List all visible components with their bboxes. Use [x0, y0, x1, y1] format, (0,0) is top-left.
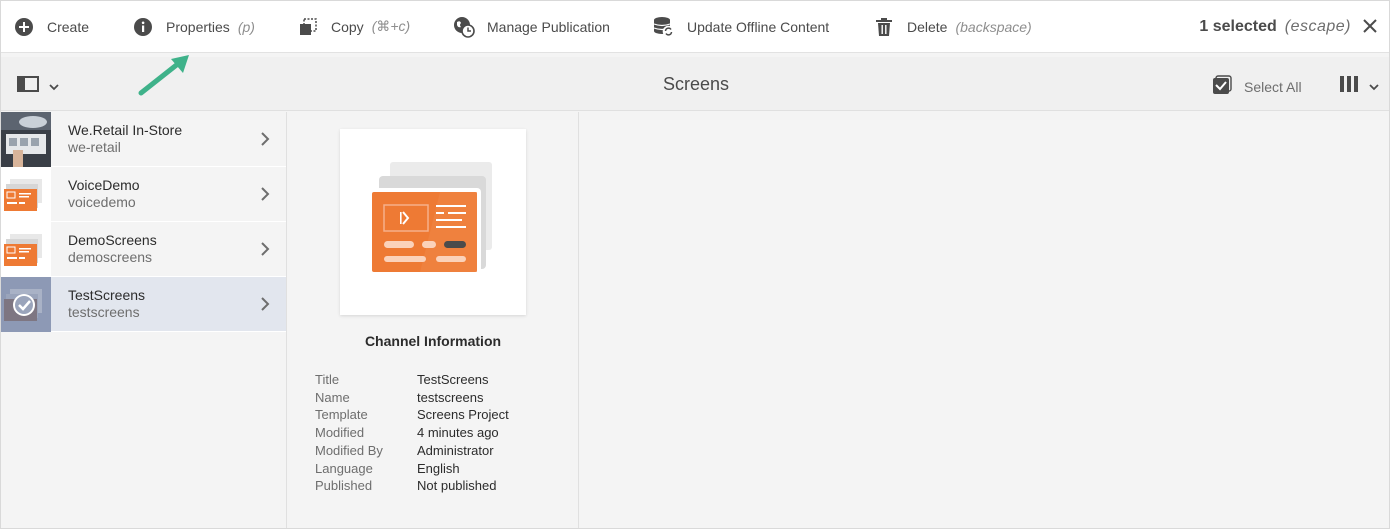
metadata-list: Title TestScreens Name testscreens Templat… [315, 371, 509, 495]
update-offline-content-label: Update Offline Content [687, 18, 830, 35]
metadata-value: Not published [417, 478, 497, 494]
metadata-value: Administrator [417, 442, 494, 458]
properties-shortcut: (p) [237, 18, 255, 35]
metadata-row: Template Screens Project [315, 406, 509, 424]
metadata-row: Language English [315, 460, 509, 478]
empty-column [579, 112, 1389, 528]
metadata-row: Title TestScreens [315, 371, 509, 389]
info-icon [132, 16, 154, 38]
item-name: we-retail [68, 139, 121, 155]
copy-shortcut: (⌘+c) [371, 18, 411, 34]
metadata-key: Language [315, 460, 373, 476]
copy-button[interactable]: Copy (⌘+c) [297, 1, 410, 53]
selection-count[interactable]: 1 selected (escape) [1199, 1, 1351, 53]
item-title: VoiceDemo [68, 177, 140, 193]
chevron-right-icon [260, 131, 270, 152]
checkbox-icon [1212, 75, 1232, 98]
manage-publication-button[interactable]: Manage Publication [453, 1, 610, 53]
details-heading: Channel Information [364, 333, 502, 349]
delete-label: Delete [907, 18, 948, 35]
properties-button[interactable]: Properties (p) [132, 1, 255, 53]
chevron-right-icon [260, 241, 270, 262]
delete-shortcut: (backspace) [955, 18, 1032, 35]
create-button[interactable]: Create [13, 1, 89, 53]
channel-preview-image [340, 129, 526, 315]
select-all-button[interactable]: Select All [1212, 75, 1302, 98]
annotation-arrow-icon [138, 55, 189, 96]
details-panel: Channel Information Title TestScreens Nam… [287, 112, 579, 528]
metadata-value: TestScreens [417, 372, 489, 387]
channel-thumbnail-icon [1, 221, 51, 277]
action-bar: Create Properties (p) Copy (⌘+c) Manage … [1, 1, 1389, 53]
column-view-icon [1339, 75, 1359, 98]
item-name: demoscreens [68, 249, 153, 265]
delete-button[interactable]: Delete (backspace) [873, 1, 1032, 53]
metadata-key: Modified [315, 425, 365, 441]
chevron-right-icon [260, 296, 270, 317]
thumbnail-image [1, 111, 51, 167]
create-label: Create [47, 18, 90, 35]
plus-circle-icon [13, 16, 35, 38]
update-offline-content-button[interactable]: Update Offline Content [653, 1, 829, 53]
metadata-key: Published [315, 478, 373, 494]
column-list: We.Retail In-Store we-retail VoiceDemo v… [1, 111, 287, 528]
item-name: testscreens [68, 304, 140, 320]
selected-thumbnail-icon [1, 276, 51, 332]
metadata-row: Published Not published [315, 477, 509, 495]
item-title: TestScreens [68, 287, 146, 303]
properties-label: Properties [166, 18, 230, 35]
metadata-row: Modified By Administrator [315, 442, 509, 460]
channel-thumbnail-icon [1, 166, 51, 222]
chevron-down-icon [1369, 78, 1379, 96]
app-frame: Create Properties (p) Copy (⌘+c) Manage … [0, 0, 1390, 529]
trash-icon [873, 16, 895, 38]
copy-label: Copy [331, 18, 364, 35]
globe-clock-icon [453, 16, 475, 38]
metadata-value: testscreens [417, 389, 484, 405]
select-all-label: Select All [1244, 78, 1302, 95]
metadata-value: Screens Project [417, 407, 509, 423]
database-refresh-icon [653, 16, 675, 38]
title-bar: Screens Select All [1, 57, 1389, 111]
view-switcher-button[interactable] [1339, 75, 1379, 98]
list-item[interactable]: VoiceDemo voicedemo [1, 166, 286, 222]
selected-count-text: 1 selected [1199, 18, 1277, 35]
metadata-row: Name testscreens [315, 389, 509, 407]
metadata-row: Modified 4 minutes ago [315, 424, 509, 442]
item-name: voicedemo [68, 194, 136, 210]
chevron-right-icon [260, 186, 270, 207]
list-item-selected[interactable]: TestScreens testscreens [1, 276, 286, 332]
list-item[interactable]: DemoScreens demoscreens [1, 221, 286, 277]
metadata-key: Name [315, 389, 350, 405]
close-icon[interactable] [1361, 17, 1383, 39]
item-title: We.Retail In-Store [68, 122, 183, 138]
manage-publication-label: Manage Publication [487, 18, 610, 35]
copy-icon [297, 16, 319, 38]
escape-hint: (escape) [1284, 18, 1351, 35]
metadata-key: Modified By [315, 442, 383, 458]
list-item[interactable]: We.Retail In-Store we-retail [1, 111, 286, 167]
page-title: Screens [662, 74, 730, 94]
metadata-key: Title [315, 372, 340, 387]
metadata-key: Template [315, 407, 368, 423]
item-title: DemoScreens [68, 232, 157, 248]
metadata-value: 4 minutes ago [417, 425, 499, 441]
metadata-value: English [417, 460, 460, 476]
